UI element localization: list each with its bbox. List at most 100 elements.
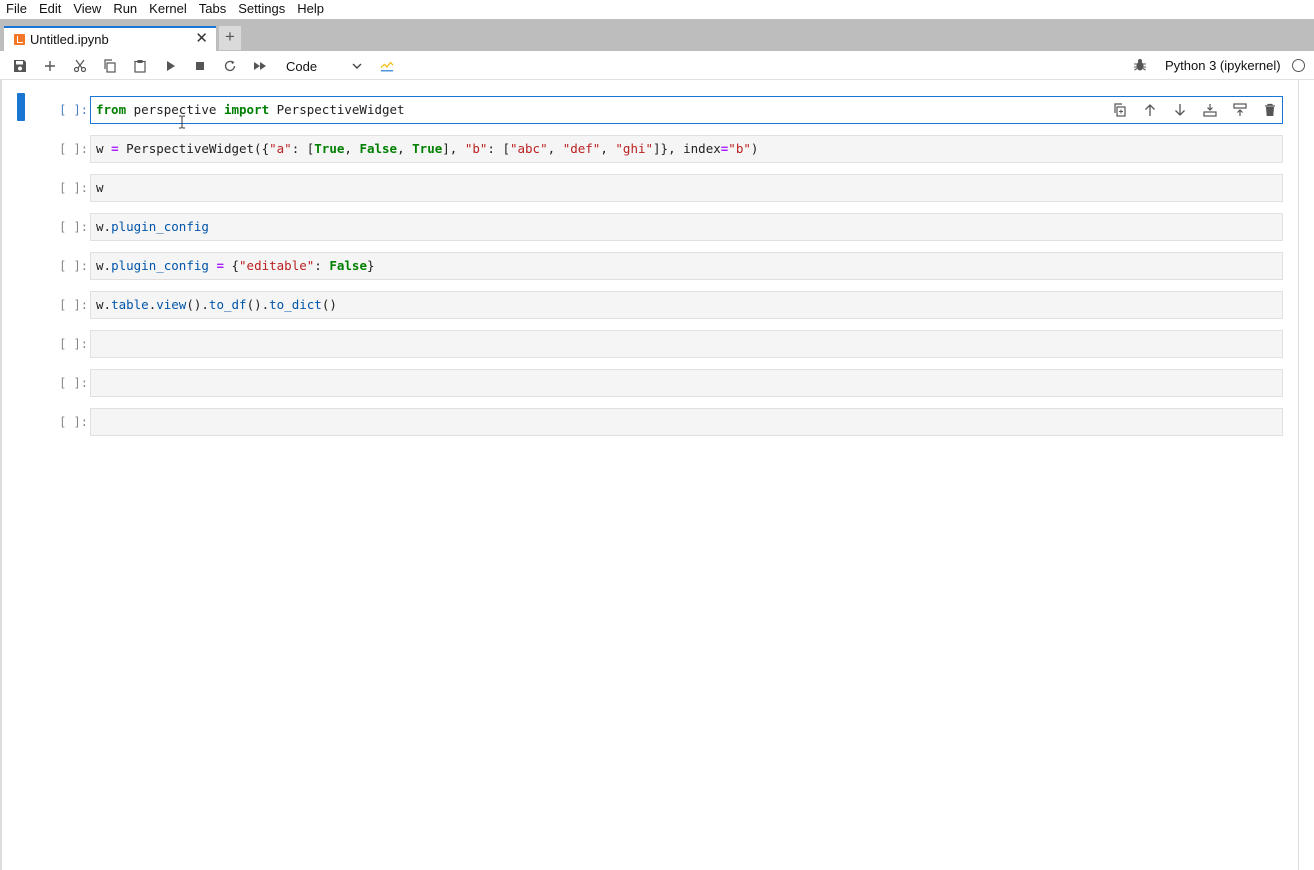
code-token: w.: [96, 297, 112, 312]
move-up-icon[interactable]: [1140, 100, 1160, 120]
insert-below-icon[interactable]: [1230, 100, 1250, 120]
code-cell[interactable]: [ ]: w = PerspectiveWidget({"a": [True, …: [0, 135, 1300, 163]
cell-editor[interactable]: [90, 408, 1283, 436]
code-token: w.: [96, 219, 112, 234]
code-token: True: [314, 141, 345, 156]
code-token: from: [96, 102, 127, 117]
cell-editor[interactable]: [90, 369, 1283, 397]
code-token: ,: [397, 141, 413, 156]
code-token: w: [96, 141, 112, 156]
code-token: =: [111, 141, 119, 156]
code-token: =: [216, 258, 224, 273]
move-down-icon[interactable]: [1170, 100, 1190, 120]
menu-run[interactable]: Run: [107, 1, 143, 16]
save-icon[interactable]: [10, 56, 30, 76]
cell-type-select[interactable]: Code: [280, 56, 366, 76]
cell-prompt: [ ]:: [59, 337, 88, 351]
cell-editor[interactable]: from perspective import PerspectiveWidge…: [90, 96, 1283, 124]
active-cell-indicator: [17, 93, 25, 121]
code-token: True: [412, 141, 443, 156]
code-cell[interactable]: [ ]: w.plugin_config: [0, 213, 1300, 241]
code-token: ,: [344, 141, 360, 156]
code-token: PerspectiveWidget({: [118, 141, 270, 156]
tooltip-icon[interactable]: [377, 56, 397, 76]
code-token: table: [111, 297, 149, 312]
stop-icon[interactable]: [190, 56, 210, 76]
menu-kernel[interactable]: Kernel: [143, 1, 193, 16]
bug-icon[interactable]: [1133, 58, 1147, 72]
code-token: "b": [464, 141, 488, 156]
code-cell[interactable]: [ ]:: [0, 408, 1300, 436]
code-token: "a": [269, 141, 292, 156]
code-cell[interactable]: [ ]: from perspective import Perspective…: [0, 93, 1300, 124]
code-cell[interactable]: [ ]:: [0, 369, 1300, 397]
menu-view[interactable]: View: [67, 1, 107, 16]
restart-icon[interactable]: [220, 56, 240, 76]
code-token: False: [329, 258, 367, 273]
fast-forward-icon[interactable]: [250, 56, 270, 76]
code-token: "b": [728, 141, 751, 156]
code-token: ,: [600, 141, 616, 156]
menu-settings[interactable]: Settings: [232, 1, 291, 16]
cell-editor[interactable]: w: [90, 174, 1283, 202]
cell-prompt: [ ]:: [59, 181, 88, 195]
code-token: PerspectiveWidget: [269, 102, 405, 117]
run-icon[interactable]: [160, 56, 180, 76]
delete-cell-icon[interactable]: [1260, 100, 1280, 120]
code-cell[interactable]: [ ]:: [0, 330, 1300, 358]
code-token: "ghi": [615, 141, 654, 156]
tab-label: Untitled.ipynb: [30, 32, 109, 47]
paste-icon[interactable]: [130, 56, 150, 76]
code-token: "editable": [239, 258, 315, 273]
code-token: ,: [547, 141, 563, 156]
cell-prompt: [ ]:: [59, 298, 88, 312]
insert-above-icon[interactable]: [1200, 100, 1220, 120]
menu-file[interactable]: File: [0, 1, 33, 16]
notebook-toolbar: Code Python 3 (ipykernel): [0, 51, 1314, 80]
close-icon[interactable]: ✕: [195, 30, 208, 48]
code-token: to_df: [208, 297, 247, 312]
cell-editor[interactable]: w = PerspectiveWidget({"a": [True, False…: [90, 135, 1283, 163]
code-token: ().: [246, 297, 270, 312]
menu-edit[interactable]: Edit: [33, 1, 67, 16]
code-token: to_dict: [269, 297, 322, 312]
notebook-icon: [14, 34, 25, 45]
cell-prompt: [ ]:: [59, 220, 88, 234]
cut-icon[interactable]: [70, 56, 90, 76]
add-cell-icon[interactable]: [40, 56, 60, 76]
code-token: w: [96, 180, 104, 195]
code-token: ],: [442, 141, 465, 156]
cell-prompt: [ ]:: [59, 259, 88, 273]
code-token: ): [750, 141, 759, 156]
code-token: "def": [562, 141, 601, 156]
code-token: import: [223, 102, 270, 117]
cell-prompt: [ ]:: [59, 103, 88, 117]
code-token: :: [314, 258, 330, 273]
cell-prompt: [ ]:: [59, 415, 88, 429]
kernel-idle-icon: [1292, 59, 1305, 72]
cell-editor[interactable]: w.plugin_config = {"editable": False}: [90, 252, 1283, 280]
code-cell[interactable]: [ ]: w.plugin_config = {"editable": Fals…: [0, 252, 1300, 280]
code-token: ().: [186, 297, 209, 312]
chevron-down-icon: [352, 63, 362, 69]
code-cell[interactable]: [ ]: w.table.view().to_df().to_dict(): [0, 291, 1300, 319]
copy-icon[interactable]: [100, 56, 120, 76]
code-token: }: [367, 258, 375, 273]
cell-prompt: [ ]:: [59, 376, 88, 390]
cell-editor[interactable]: w.plugin_config: [90, 213, 1283, 241]
kernel-name[interactable]: Python 3 (ipykernel): [1165, 58, 1281, 73]
code-cell[interactable]: [ ]: w: [0, 174, 1300, 202]
tab-notebook[interactable]: Untitled.ipynb ✕: [4, 26, 216, 51]
cell-toolbar: [1110, 100, 1280, 120]
code-token: (): [321, 297, 337, 312]
cell-type-value: Code: [286, 58, 318, 74]
menu-help[interactable]: Help: [291, 1, 330, 16]
menu-tabs[interactable]: Tabs: [193, 1, 232, 16]
code-token: ]}, index: [653, 141, 721, 156]
new-tab-button[interactable]: +: [219, 26, 241, 50]
cell-editor[interactable]: [90, 330, 1283, 358]
duplicate-cell-icon[interactable]: [1110, 100, 1130, 120]
cell-editor[interactable]: w.table.view().to_df().to_dict(): [90, 291, 1283, 319]
code-token: {: [223, 258, 240, 273]
code-token: False: [359, 141, 398, 156]
